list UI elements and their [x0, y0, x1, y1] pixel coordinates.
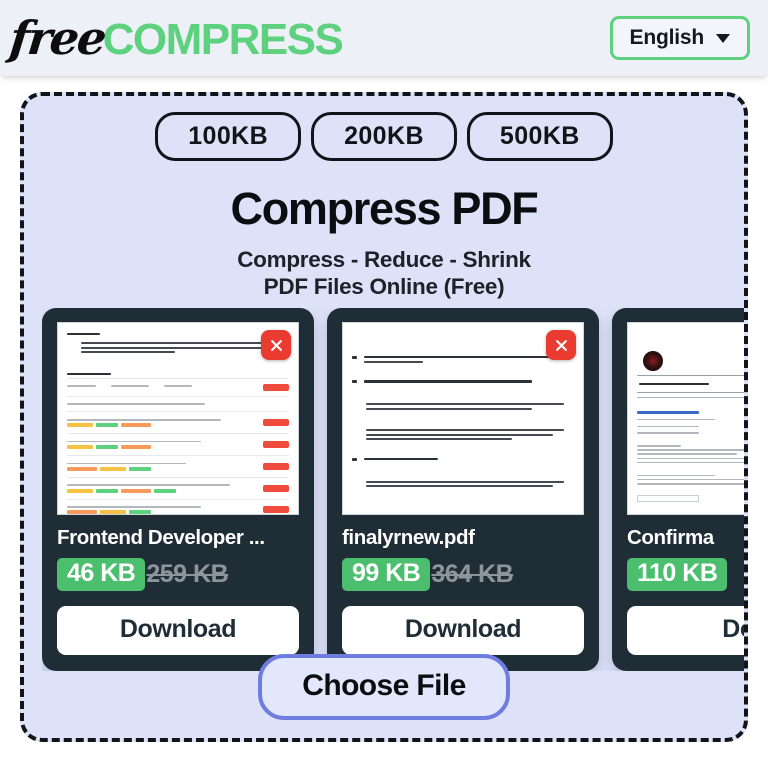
- file-card: Confirma 110 KB Dow: [612, 308, 744, 671]
- page-subtitle: Compress - Reduce - Shrink PDF Files Onl…: [237, 246, 531, 301]
- file-dropzone[interactable]: 100KB 200KB 500KB Compress PDF Compress …: [20, 92, 748, 742]
- original-size-strikethrough: 259 KB: [146, 560, 229, 588]
- download-button[interactable]: Download: [57, 606, 299, 655]
- brand-logo[interactable]: free COMPRESS: [7, 10, 344, 65]
- file-card: finalyrnew.pdf 99 KB 364 KB Download: [327, 308, 599, 671]
- file-thumbnail[interactable]: [342, 322, 584, 515]
- size-preset-group: 100KB 200KB 500KB: [155, 112, 613, 161]
- language-selector-label: English: [629, 26, 705, 49]
- choose-file-button[interactable]: Choose File: [258, 654, 510, 720]
- remove-file-button[interactable]: [546, 330, 576, 360]
- compressed-size-badge: 110 KB: [627, 558, 728, 591]
- page-subtitle-line-1: Compress - Reduce - Shrink: [237, 247, 531, 272]
- page-subtitle-line-2: PDF Files Online (Free): [263, 274, 505, 300]
- file-size-row: 99 KB 364 KB: [342, 558, 584, 591]
- file-name: finalyrnew.pdf: [342, 526, 475, 549]
- file-name: Frontend Developer ...: [57, 526, 265, 549]
- file-size-row: 110 KB: [627, 558, 744, 591]
- dropzone-wrapper: 100KB 200KB 500KB Compress PDF Compress …: [0, 76, 768, 759]
- logo-compress-text: COMPRESS: [102, 14, 344, 64]
- file-card: Frontend Developer ... 46 KB 259 KB Down…: [42, 308, 314, 671]
- compressed-size-badge: 99 KB: [342, 558, 431, 591]
- file-thumbnail[interactable]: [57, 322, 299, 515]
- site-header: free COMPRESS English: [0, 0, 768, 76]
- file-card-list: Frontend Developer ... 46 KB 259 KB Down…: [42, 308, 744, 671]
- file-name: Confirma: [627, 526, 714, 549]
- compressed-size-badge: 46 KB: [57, 558, 146, 591]
- chevron-down-icon: [716, 33, 730, 43]
- file-thumbnail[interactable]: [627, 322, 744, 515]
- size-preset-200kb[interactable]: 200KB: [311, 112, 457, 161]
- logo-free-text: free: [7, 10, 108, 65]
- download-button[interactable]: Download: [342, 606, 584, 655]
- remove-file-button[interactable]: [261, 330, 291, 360]
- size-preset-100kb[interactable]: 100KB: [155, 112, 302, 161]
- page-title: Compress PDF: [230, 183, 539, 234]
- file-size-row: 46 KB 259 KB: [57, 558, 299, 591]
- download-button[interactable]: Dow: [627, 606, 744, 655]
- language-selector[interactable]: English: [609, 16, 750, 60]
- close-icon: [270, 339, 282, 351]
- original-size-strikethrough: 364 KB: [431, 560, 514, 588]
- thumbnail-document-preview: [628, 323, 744, 514]
- choose-file-wrapper: Choose File: [24, 654, 744, 720]
- size-preset-500kb[interactable]: 500KB: [466, 112, 613, 161]
- close-icon: [555, 339, 567, 351]
